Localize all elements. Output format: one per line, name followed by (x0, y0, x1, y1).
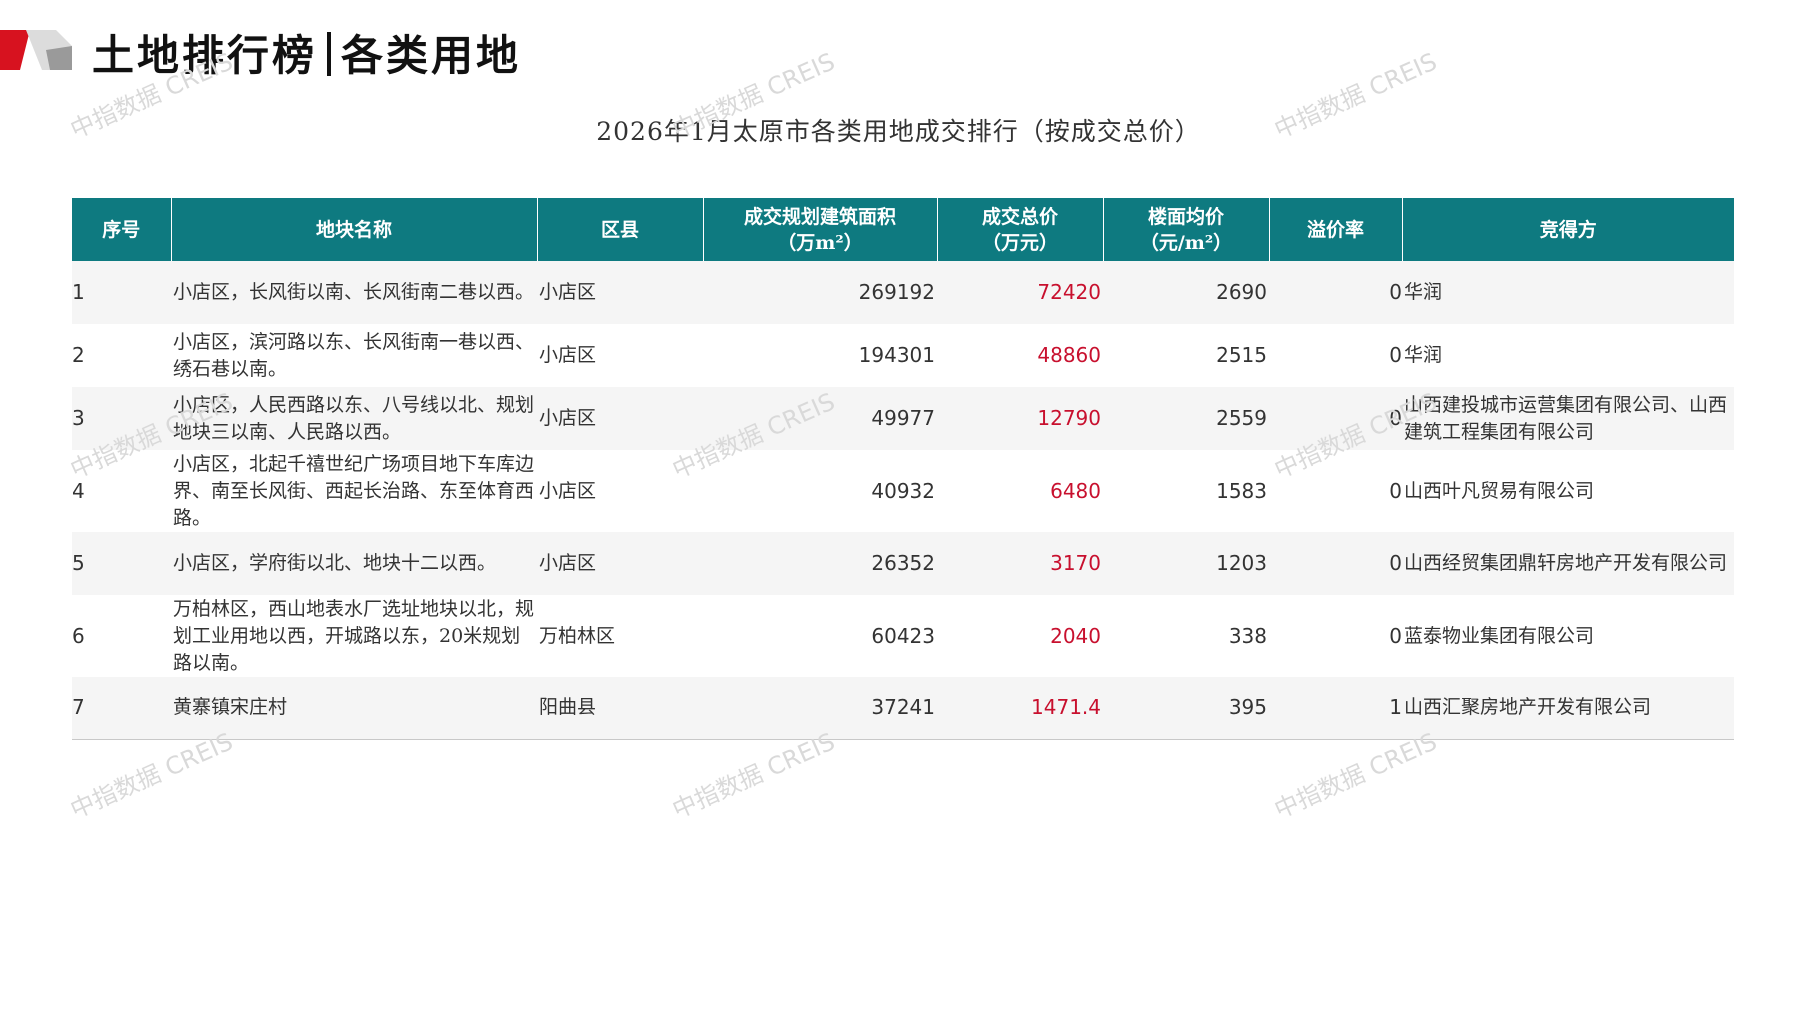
cell-area: 194301 (703, 324, 937, 387)
table-row: 7 黄寨镇宋庄村 阳曲县 37241 1471.4 395 1 山西汇聚房地产开… (72, 677, 1734, 740)
col-header-area-line2: （万m²） (777, 231, 863, 254)
title-divider (327, 32, 332, 76)
col-header-unit-price: 楼面均价 （元/m²） (1103, 198, 1270, 261)
cell-price: 3170 (937, 532, 1103, 595)
cell-index: 5 (72, 532, 171, 595)
cell-winner: 蓝泰物业集团有限公司 (1402, 595, 1734, 677)
cell-winner: 山西叶凡贸易有限公司 (1402, 450, 1734, 532)
cell-name: 黄寨镇宋庄村 (171, 677, 537, 740)
cell-unit-price: 338 (1103, 595, 1269, 677)
col-header-area: 成交规划建筑面积 （万m²） (703, 198, 938, 261)
cell-price: 6480 (937, 450, 1103, 532)
page-title-main: 土地排行榜 (92, 31, 318, 80)
cell-premium: 0 (1269, 532, 1402, 595)
col-header-unit-line2: （元/m²） (1139, 231, 1233, 254)
cell-unit-price: 2559 (1103, 387, 1269, 450)
col-header-area-line1: 成交规划建筑面积 (743, 205, 896, 228)
cell-winner: 山西汇聚房地产开发有限公司 (1402, 677, 1734, 740)
col-header-district: 区县 (537, 198, 704, 261)
cell-premium: 0 (1269, 324, 1402, 387)
cell-area: 60423 (703, 595, 937, 677)
cell-district: 万柏林区 (537, 595, 703, 677)
cell-premium: 0 (1269, 450, 1402, 532)
cell-winner: 山西经贸集团鼎轩房地产开发有限公司 (1402, 532, 1734, 595)
table-row: 3 小店区，人民西路以东、八号线以北、规划地块三以南、人民路以西。 小店区 49… (72, 387, 1734, 450)
cell-winner: 华润 (1402, 261, 1734, 324)
cell-price: 1471.4 (937, 677, 1103, 740)
cell-price: 72420 (937, 261, 1103, 324)
cell-premium: 0 (1269, 595, 1402, 677)
cell-price: 12790 (937, 387, 1103, 450)
cell-index: 2 (72, 324, 171, 387)
cell-name: 小店区，滨河路以东、长风街南一巷以西、绣石巷以南。 (171, 324, 537, 387)
table-header-row: 序号 地块名称 区县 成交规划建筑面积 （万m²） 成交总价 （万元） 楼面均价 （元… (72, 198, 1734, 261)
table-row: 1 小店区，长风街以南、长风街南二巷以西。 小店区 269192 72420 2… (72, 261, 1734, 324)
cell-winner: 山西建投城市运营集团有限公司、山西建筑工程集团有限公司 (1402, 387, 1734, 450)
cell-area: 40932 (703, 450, 937, 532)
cell-district: 小店区 (537, 450, 703, 532)
table-row: 2 小店区，滨河路以东、长风街南一巷以西、绣石巷以南。 小店区 194301 4… (72, 324, 1734, 387)
cell-premium: 0 (1269, 261, 1402, 324)
col-header-price-line2: （万元） (981, 231, 1058, 254)
brand-logo-icon (0, 30, 72, 70)
cell-district: 小店区 (537, 261, 703, 324)
cell-name: 万柏林区，西山地表水厂选址地块以北，规划工业用地以西，开城路以东，20米规划路以… (171, 595, 537, 677)
cell-area: 26352 (703, 532, 937, 595)
cell-index: 6 (72, 595, 171, 677)
cell-index: 7 (72, 677, 171, 740)
cell-unit-price: 2515 (1103, 324, 1269, 387)
table-row: 4 小店区，北起千禧世纪广场项目地下车库边界、南至长风街、西起长治路、东至体育西… (72, 450, 1734, 532)
cell-unit-price: 2690 (1103, 261, 1269, 324)
cell-name: 小店区，北起千禧世纪广场项目地下车库边界、南至长风街、西起长治路、东至体育西路。 (171, 450, 537, 532)
cell-district: 小店区 (537, 532, 703, 595)
cell-district: 小店区 (537, 387, 703, 450)
page-title: 土地排行榜 各类用地 (92, 22, 521, 83)
cell-price: 48860 (937, 324, 1103, 387)
col-header-premium: 溢价率 (1269, 198, 1403, 261)
cell-unit-price: 1583 (1103, 450, 1269, 532)
cell-winner: 华润 (1402, 324, 1734, 387)
cell-area: 49977 (703, 387, 937, 450)
col-header-price-line1: 成交总价 (981, 205, 1058, 228)
table-row: 5 小店区，学府街以北、地块十二以西。 小店区 26352 3170 1203 … (72, 532, 1734, 595)
cell-price: 2040 (937, 595, 1103, 677)
col-header-unit-line1: 楼面均价 (1147, 205, 1224, 228)
page-title-sub: 各类用地 (341, 31, 522, 80)
cell-area: 37241 (703, 677, 937, 740)
cell-name: 小店区，学府街以北、地块十二以西。 (171, 532, 537, 595)
cell-unit-price: 1203 (1103, 532, 1269, 595)
cell-name: 小店区，人民西路以东、八号线以北、规划地块三以南、人民路以西。 (171, 387, 537, 450)
table-row: 6 万柏林区，西山地表水厂选址地块以北，规划工业用地以西，开城路以东，20米规划… (72, 595, 1734, 677)
cell-district: 阳曲县 (537, 677, 703, 740)
cell-unit-price: 395 (1103, 677, 1269, 740)
land-ranking-table: 序号 地块名称 区县 成交规划建筑面积 （万m²） 成交总价 （万元） 楼面均价 （元… (72, 198, 1734, 740)
col-header-name: 地块名称 (171, 198, 538, 261)
cell-name: 小店区，长风街以南、长风街南二巷以西。 (171, 261, 537, 324)
cell-premium: 1 (1269, 677, 1402, 740)
cell-index: 4 (72, 450, 171, 532)
col-header-winner: 竞得方 (1402, 198, 1734, 261)
cell-area: 269192 (703, 261, 937, 324)
table-title: 2026年1月太原市各类用地成交排行（按成交总价） (596, 117, 1201, 146)
cell-premium: 0 (1269, 387, 1402, 450)
col-header-price: 成交总价 （万元） (937, 198, 1104, 261)
cell-index: 3 (72, 387, 171, 450)
cell-index: 1 (72, 261, 171, 324)
cell-district: 小店区 (537, 324, 703, 387)
col-header-index: 序号 (72, 198, 172, 261)
